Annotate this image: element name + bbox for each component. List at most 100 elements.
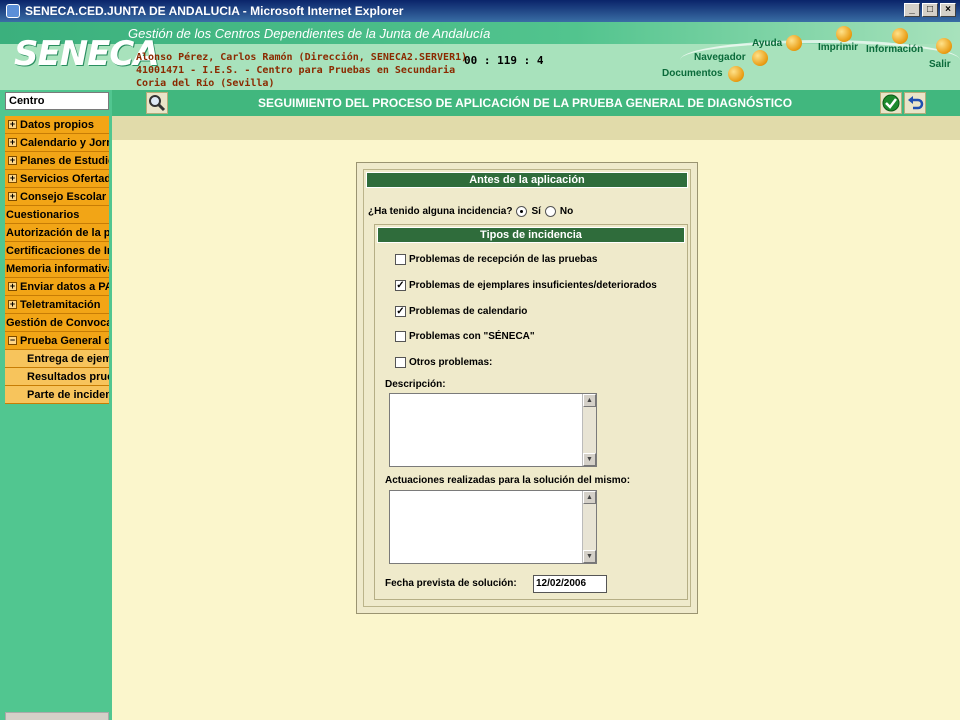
section-header-antes: Antes de la aplicación [366,172,688,188]
sidebar-item-prueba-general[interactable]: − Prueba General de [5,332,109,350]
checkbox-row-otros[interactable]: Otros problemas: [395,357,492,368]
maximize-button[interactable]: □ [922,3,938,17]
sidebar-item-gestion-convocatorias[interactable]: Gestión de Convocato [5,314,109,332]
minimize-button[interactable]: _ [904,3,920,17]
nav-documentos[interactable]: Documentos [662,68,723,79]
window-title: SENECA.CED.JUNTA DE ANDALUCIA - Microsof… [25,4,404,18]
sidebar-item-memoria[interactable]: Memoria informativa [5,260,109,278]
search-icon[interactable] [146,92,168,114]
scroll-up-icon[interactable]: ▲ [583,491,596,504]
sidebar-subitem-parte-incidencias[interactable]: Parte de incidencias [5,386,109,404]
checkbox-recepcion[interactable] [395,254,406,265]
sidebar-item-label: Datos propios [20,118,94,131]
question-label: ¿Ha tenido alguna incidencia? [368,206,513,217]
expand-icon[interactable]: + [8,120,17,129]
sidebar-item-label: Planes de Estudio [20,154,109,167]
radio-no-label: No [559,206,574,217]
sidebar-item-autorizacion[interactable]: Autorización de la pla [5,224,109,242]
informacion-orb-icon[interactable] [892,28,908,44]
expand-icon[interactable]: + [8,138,17,147]
checkbox-calendario[interactable]: ✓ [395,306,406,317]
nav-informacion[interactable]: Información [866,44,923,55]
page-title: SEGUIMIENTO DEL PROCESO DE APLICACIÓN DE… [258,96,793,110]
sidebar-item-label: Prueba General de [20,334,109,347]
sidebar-subitem-resultados[interactable]: Resultados pruebas [5,368,109,386]
header-title: Gestión de los Centros Dependientes de l… [128,26,491,41]
navegador-orb-icon[interactable] [752,50,768,66]
actuaciones-label: Actuaciones realizadas para la solución … [385,475,631,486]
actuaciones-textarea[interactable]: ▲ ▼ [389,490,597,564]
scroll-down-icon[interactable]: ▼ [583,550,596,563]
centre-info: 41001471 - I.E.S. - Centro para Pruebas … [136,65,456,76]
sidebar-item-label: Servicios Ofertados [20,172,109,185]
checkbox-ejemplares[interactable]: ✓ [395,280,406,291]
sidebar-menu: +Datos propios +Calendario y Jornada +Pl… [5,116,109,404]
sidebar: Centro +Datos propios +Calendario y Jorn… [0,90,112,720]
incidence-question: ¿Ha tenido alguna incidencia? Sí No [368,206,573,217]
nav-navegador[interactable]: Navegador [694,52,746,63]
ayuda-orb-icon[interactable] [786,35,802,51]
checkbox-seneca[interactable] [395,331,406,342]
sidebar-item-label: Teletramitación [20,298,101,311]
sidebar-item-label: Enviar datos a PAS [20,280,109,293]
checkbox-label: Problemas de calendario [409,306,528,317]
actuaciones-scrollbar[interactable]: ▲ ▼ [582,491,596,563]
location-info: Coria del Río (Sevilla) [136,78,275,89]
sidebar-item-teletramitacion[interactable]: + Teletramitación [5,296,109,314]
expand-icon[interactable]: + [8,192,17,201]
documentos-orb-icon[interactable] [728,66,744,82]
expand-icon[interactable]: + [8,300,17,309]
imprimir-orb-icon[interactable] [836,26,852,42]
scroll-down-icon[interactable]: ▼ [583,453,596,466]
sidebar-item-enviar-datos[interactable]: +Enviar datos a PAS [5,278,109,296]
expand-icon[interactable]: + [8,282,17,291]
subtoolbar [112,116,960,140]
scroll-up-icon[interactable]: ▲ [583,394,596,407]
form-inner-frame: Antes de la aplicación ¿Ha tenido alguna… [363,169,691,607]
checkbox-row-ejemplares[interactable]: ✓ Problemas de ejemplares insuficientes/… [395,280,657,291]
descripcion-textarea[interactable]: ▲ ▼ [389,393,597,467]
sidebar-item-cuestionarios[interactable]: Cuestionarios [5,206,109,224]
fecha-label: Fecha prevista de solución: [385,578,517,589]
checkbox-row-seneca[interactable]: Problemas con "SÉNECA" [395,331,535,342]
radio-no[interactable] [544,206,556,217]
checkbox-label: Otros problemas: [409,357,493,368]
window-title-bar: SENECA.CED.JUNTA DE ANDALUCIA - Microsof… [0,0,960,22]
sidebar-horizontal-scrollbar[interactable] [5,712,109,720]
checkbox-row-recepcion[interactable]: Problemas de recepción de las pruebas [395,254,597,265]
sidebar-item-datos-propios[interactable]: + Datos propios [5,116,109,134]
descripcion-scrollbar[interactable]: ▲ ▼ [582,394,596,466]
main-content: SEGUIMIENTO DEL PROCESO DE APLICACIÓN DE… [112,90,960,720]
centro-selector[interactable]: Centro [5,92,109,110]
undo-back-icon[interactable] [904,92,926,114]
accept-check-icon[interactable] [880,92,902,114]
radio-si[interactable] [516,206,528,217]
nav-ayuda[interactable]: Ayuda [752,38,782,49]
radio-si-label: Sí [531,206,541,217]
sidebar-item-calendario[interactable]: +Calendario y Jornada [5,134,109,152]
nav-imprimir[interactable]: Imprimir [818,42,858,53]
user-info: Alonso Pérez, Carlos Ramón (Dirección, S… [136,52,468,63]
window-controls: _ □ × [904,3,956,17]
expand-icon[interactable]: + [8,174,17,183]
sidebar-item-servicios[interactable]: +Servicios Ofertados [5,170,109,188]
sidebar-item-consejo[interactable]: + Consejo Escolar [5,188,109,206]
checkbox-otros[interactable] [395,357,406,368]
sidebar-item-label: Calendario y Jornada [20,136,109,149]
fecha-prevista-input[interactable]: 12/02/2006 [533,575,607,593]
checkbox-label: Problemas de recepción de las pruebas [409,254,598,265]
checkbox-row-calendario[interactable]: ✓ Problemas de calendario [395,306,527,317]
sidebar-item-certificaciones[interactable]: Certificaciones de In [5,242,109,260]
session-clock: 00 : 119 : 4 [464,54,544,67]
expand-icon[interactable]: + [8,156,17,165]
app-header: SENECA Gestión de los Centros Dependient… [0,22,960,90]
tipos-incidencia-panel: Tipos de incidencia Problemas de recepci… [374,224,688,600]
collapse-icon[interactable]: − [8,336,17,345]
sidebar-subitem-entrega[interactable]: Entrega de ejemplares [5,350,109,368]
salir-orb-icon[interactable] [936,38,952,54]
sidebar-item-planes[interactable]: + Planes de Estudio [5,152,109,170]
nav-salir[interactable]: Salir [929,59,951,70]
ie-app-icon [6,4,20,18]
incidence-form-panel: Antes de la aplicación ¿Ha tenido alguna… [356,162,698,614]
close-button[interactable]: × [940,3,956,17]
